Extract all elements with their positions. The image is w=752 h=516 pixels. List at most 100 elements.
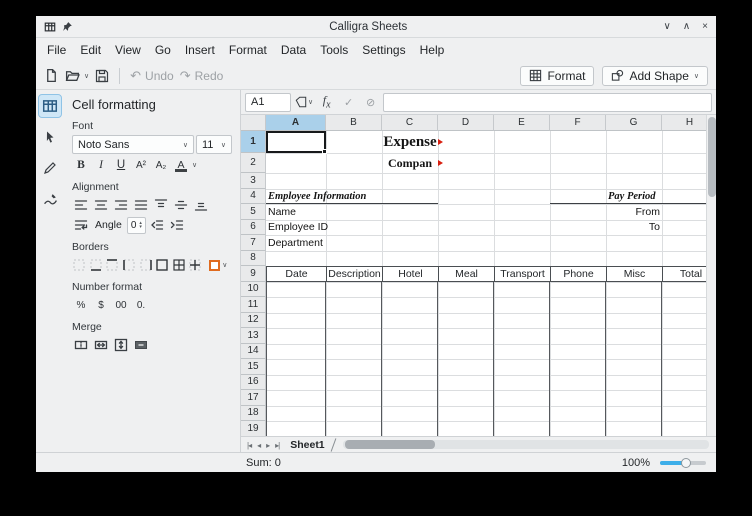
row-header-12[interactable]: 12 xyxy=(241,313,266,329)
menu-data[interactable]: Data xyxy=(274,41,313,59)
underline-button[interactable]: U xyxy=(112,156,130,174)
calligraphy-tool-button[interactable] xyxy=(39,188,61,210)
menu-go[interactable]: Go xyxy=(148,41,178,59)
superscript-button[interactable]: A² xyxy=(132,156,150,174)
apply-button[interactable]: ✓ xyxy=(339,93,358,112)
row-header-18[interactable]: 18 xyxy=(241,406,266,422)
row-header-15[interactable]: 15 xyxy=(241,359,266,375)
row-header-9[interactable]: 9 xyxy=(241,266,266,282)
pen-tool-button[interactable] xyxy=(39,157,61,179)
spreadsheet-grid[interactable]: ABCDEFGH12345678910111213141516171819Dat… xyxy=(241,115,716,436)
border-all-button[interactable] xyxy=(171,256,186,274)
table-header-phone[interactable]: Phone xyxy=(551,267,607,281)
align-right-button[interactable] xyxy=(112,196,130,214)
font-size-select[interactable]: 11 ∨ xyxy=(196,135,232,154)
spreadsheet-tool-button[interactable] xyxy=(39,95,61,117)
indent-less-button[interactable] xyxy=(148,216,166,234)
row-header-3[interactable]: 3 xyxy=(241,173,266,189)
row-header-14[interactable]: 14 xyxy=(241,344,266,360)
row-header-16[interactable]: 16 xyxy=(241,375,266,391)
table-header-hotel[interactable]: Hotel xyxy=(383,267,439,281)
row-header-11[interactable]: 11 xyxy=(241,297,266,313)
column-header-a[interactable]: A xyxy=(266,115,326,131)
table-header-meal[interactable]: Meal xyxy=(439,267,495,281)
unmerge-button[interactable] xyxy=(132,336,150,354)
table-header-description[interactable]: Description xyxy=(327,267,383,281)
cell-reference-box[interactable]: A1 xyxy=(245,93,291,112)
decrease-precision-button[interactable]: 0. xyxy=(132,296,150,314)
wrap-text-button[interactable] xyxy=(72,216,90,234)
spinner-arrows-icon[interactable]: ▴▾ xyxy=(139,221,142,229)
titlebar[interactable]: Calligra Sheets ∨ ∧ × xyxy=(36,16,716,38)
go-previous-button[interactable]: ◂ xyxy=(254,441,263,450)
row-header-13[interactable]: 13 xyxy=(241,328,266,344)
close-button[interactable]: × xyxy=(702,21,708,32)
row-header-10[interactable]: 10 xyxy=(241,282,266,298)
align-center-button[interactable] xyxy=(92,196,110,214)
table-header-misc[interactable]: Misc xyxy=(607,267,663,281)
row-header-6[interactable]: 6 xyxy=(241,220,266,236)
border-color-button[interactable]: ∨ xyxy=(205,256,232,274)
vertical-scrollbar-thumb[interactable] xyxy=(708,117,716,197)
column-header-g[interactable]: G xyxy=(606,115,662,131)
maximize-button[interactable]: ∧ xyxy=(683,21,690,32)
column-header-d[interactable]: D xyxy=(438,115,494,131)
minimize-button[interactable]: ∨ xyxy=(664,21,671,32)
row-header-17[interactable]: 17 xyxy=(241,390,266,406)
row-header-5[interactable]: 5 xyxy=(241,204,266,220)
border-left-button[interactable] xyxy=(122,256,137,274)
font-family-select[interactable]: Noto Sans ∨ xyxy=(72,135,194,154)
merge-cells-button[interactable] xyxy=(72,336,90,354)
cancel-button[interactable]: ⊘ xyxy=(361,93,380,112)
row-header-19[interactable]: 19 xyxy=(241,421,266,436)
row-header-2[interactable]: 2 xyxy=(241,153,266,173)
column-header-c[interactable]: C xyxy=(382,115,438,131)
angle-spinbox[interactable]: 0▴▾ xyxy=(127,217,146,234)
row-header-4[interactable]: 4 xyxy=(241,189,266,205)
menu-view[interactable]: View xyxy=(108,41,148,59)
horizontal-scrollbar-thumb[interactable] xyxy=(345,440,435,449)
open-document-button[interactable]: ∨ xyxy=(65,68,89,83)
cell-names-dropdown[interactable]: ∨ xyxy=(294,93,314,112)
pin-icon[interactable] xyxy=(62,21,73,32)
border-top-button[interactable] xyxy=(105,256,120,274)
border-right-button[interactable] xyxy=(138,256,153,274)
column-header-f[interactable]: F xyxy=(550,115,606,131)
row-header-7[interactable]: 7 xyxy=(241,235,266,251)
selection-tool-button[interactable] xyxy=(39,126,61,148)
undo-button[interactable]: ↶ Undo xyxy=(130,68,174,84)
selection-handle[interactable] xyxy=(322,149,327,154)
function-button[interactable]: fx xyxy=(317,93,336,112)
merge-vertical-button[interactable] xyxy=(112,336,130,354)
menu-format[interactable]: Format xyxy=(222,41,274,59)
sheet-tab-sheet1[interactable]: Sheet1 xyxy=(282,437,338,452)
valign-bottom-button[interactable] xyxy=(192,196,210,214)
table-header-date[interactable]: Date xyxy=(267,267,327,281)
font-color-button[interactable]: A xyxy=(172,156,190,174)
column-header-b[interactable]: B xyxy=(326,115,382,131)
bold-button[interactable]: B xyxy=(72,156,90,174)
currency-format-button[interactable]: $ xyxy=(92,296,110,314)
horizontal-scrollbar[interactable] xyxy=(343,440,709,449)
valign-middle-button[interactable] xyxy=(172,196,190,214)
menu-file[interactable]: File xyxy=(40,41,73,59)
menu-tools[interactable]: Tools xyxy=(313,41,355,59)
go-first-button[interactable]: |◂ xyxy=(244,441,254,450)
column-header-e[interactable]: E xyxy=(494,115,550,131)
menu-insert[interactable]: Insert xyxy=(178,41,222,59)
italic-button[interactable]: I xyxy=(92,156,110,174)
vertical-scrollbar[interactable] xyxy=(706,115,716,436)
format-button[interactable]: Format xyxy=(520,66,594,86)
grid-corner[interactable] xyxy=(241,115,266,131)
align-justify-button[interactable] xyxy=(132,196,150,214)
open-dropdown-icon[interactable]: ∨ xyxy=(84,72,89,80)
add-shape-button[interactable]: Add Shape ∨ xyxy=(602,66,708,86)
redo-button[interactable]: ↷ Redo xyxy=(180,68,224,84)
save-button[interactable] xyxy=(95,69,109,83)
new-document-button[interactable] xyxy=(44,68,59,83)
go-last-button[interactable]: ▸| xyxy=(272,441,282,450)
go-next-button[interactable]: ▸ xyxy=(263,441,272,450)
align-left-button[interactable] xyxy=(72,196,90,214)
zoom-slider-handle[interactable] xyxy=(681,458,691,468)
increase-precision-button[interactable]: 00 xyxy=(112,296,130,314)
